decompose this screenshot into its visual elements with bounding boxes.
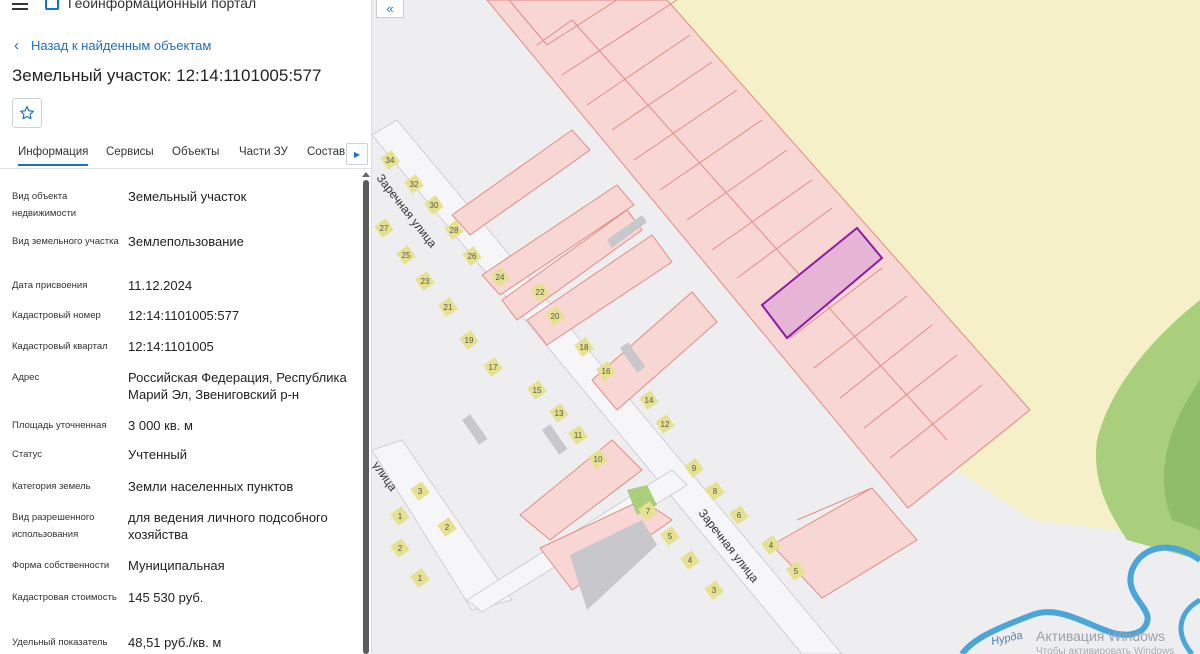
tab-objects[interactable]: Объекты	[172, 146, 219, 158]
house-number: 13	[555, 409, 564, 418]
favorite-button[interactable]	[12, 98, 42, 128]
house-number: 5	[668, 532, 673, 541]
property-value: Муниципальная	[128, 558, 225, 573]
property-value: 12:14:1101005:577	[128, 308, 240, 323]
property-key: Кадастровый номер	[12, 310, 101, 321]
house-number: 20	[551, 312, 560, 321]
property-value: 12:14:1101005	[128, 339, 214, 354]
property-value: Земли населенных пунктов	[128, 479, 294, 494]
property-value: 145 530 руб.	[128, 590, 204, 605]
house-number: 4	[769, 541, 774, 550]
property-key: Удельный показатель	[12, 637, 108, 648]
property-value: Учтенный	[128, 447, 188, 462]
parcel	[771, 487, 918, 599]
property-key: Вид земельного участка	[12, 236, 119, 247]
tab-parts[interactable]: Части ЗУ	[239, 146, 288, 158]
property-value: Земельный участок	[128, 189, 247, 204]
house-number: 5	[794, 567, 799, 576]
map-view[interactable]: 34 32 30 28 27 26 25 24 23 22 21 20 19 18 17 16 15 14 13 12…	[372, 0, 1200, 654]
property-key: Статус	[12, 449, 43, 460]
portal-logo-icon	[45, 0, 59, 10]
house-number: 21	[444, 303, 453, 312]
property-key: Кадастровый квартал	[12, 341, 108, 352]
house-number: 24	[496, 273, 505, 282]
house-number: 10	[594, 455, 603, 464]
tab-composition[interactable]: Состав	[307, 146, 345, 158]
property-value: для ведения личного подсобного хозяйства	[128, 510, 328, 542]
house-number: 17	[489, 363, 498, 372]
house-number: 1	[418, 574, 423, 583]
property-value: 48,51 руб./кв. м	[128, 635, 222, 650]
house-number: 16	[602, 367, 611, 376]
top-bar: Геоинформационный портал	[0, 0, 371, 12]
house-number: 2	[445, 523, 450, 532]
property-key: Форма собственности	[12, 560, 110, 571]
house-number: 7	[646, 507, 651, 516]
property-value: 11.12.2024	[128, 278, 193, 293]
menu-icon[interactable]	[12, 0, 28, 10]
house-number: 8	[713, 487, 718, 496]
star-icon	[20, 106, 34, 120]
tabs-next-button[interactable]: ▶	[346, 143, 368, 165]
windows-watermark-hint: Чтобы активировать Windows	[1036, 646, 1175, 654]
house-number: 2	[398, 544, 403, 553]
house-number: 3	[418, 487, 423, 496]
house-number: 18	[580, 343, 589, 352]
app-title: Геоинформационный портал	[68, 0, 257, 11]
page-title: Земельный участок: 12:14:1101005:577	[12, 66, 322, 85]
windows-watermark: Активация Windows	[1036, 628, 1166, 644]
chevron-left-icon: ‹	[14, 37, 19, 54]
property-key: Дата присвоения	[12, 280, 88, 291]
double-chevron-left-icon: «	[386, 1, 394, 16]
tab-services[interactable]: Сервисы	[106, 146, 154, 158]
house-number: 34	[386, 156, 395, 165]
house-number: 12	[661, 420, 670, 429]
property-key: Категория земель	[12, 481, 91, 492]
panel-scrollbar[interactable]	[363, 180, 369, 654]
collapse-panel-button[interactable]: «	[376, 0, 404, 18]
house-number: 9	[692, 464, 697, 473]
house-number: 26	[468, 252, 477, 261]
info-panel: Геоинформационный портал ‹ Назад к найде…	[0, 0, 372, 654]
house-number: 23	[421, 277, 430, 286]
map-canvas[interactable]: 343230282726252423222120191817 1615141312…	[372, 0, 1200, 654]
house-number: 32	[410, 180, 419, 189]
property-key: Кадастровая стоимость	[12, 592, 117, 603]
house-number: 11	[574, 431, 583, 440]
back-to-results-link[interactable]: ‹ Назад к найденным объектам	[14, 37, 211, 54]
property-key: Площадь уточненная	[12, 420, 107, 431]
house-number: 19	[465, 336, 474, 345]
house-number: 1	[398, 512, 403, 521]
house-number: 4	[688, 556, 693, 565]
house-number: 22	[536, 288, 545, 297]
house-number: 28	[450, 226, 459, 235]
property-value: Российская Федерация, Республика Марий Э…	[128, 370, 347, 402]
house-number: 14	[645, 396, 654, 405]
house-number: 6	[737, 511, 742, 520]
property-value: Землепользование	[128, 234, 244, 249]
house-number: 3	[712, 586, 717, 595]
tab-bar: Информация Сервисы Объекты Части ЗУ Сост…	[0, 140, 371, 169]
back-link-label: Назад к найденным объектам	[31, 38, 212, 53]
property-key: Вид разрешенного использования	[12, 512, 95, 540]
scroll-up-icon[interactable]	[362, 172, 370, 177]
tab-info[interactable]: Информация	[18, 146, 89, 166]
property-key: Вид объекта недвижимости	[12, 191, 77, 219]
house-number: 30	[430, 201, 439, 210]
property-value: 3 000 кв. м	[128, 418, 193, 433]
caret-right-icon: ▶	[353, 149, 361, 159]
house-number: 27	[380, 224, 389, 233]
house-number: 25	[402, 251, 411, 260]
property-key: Адрес	[12, 372, 40, 383]
river-branch	[1178, 597, 1200, 654]
house-number: 15	[533, 386, 542, 395]
